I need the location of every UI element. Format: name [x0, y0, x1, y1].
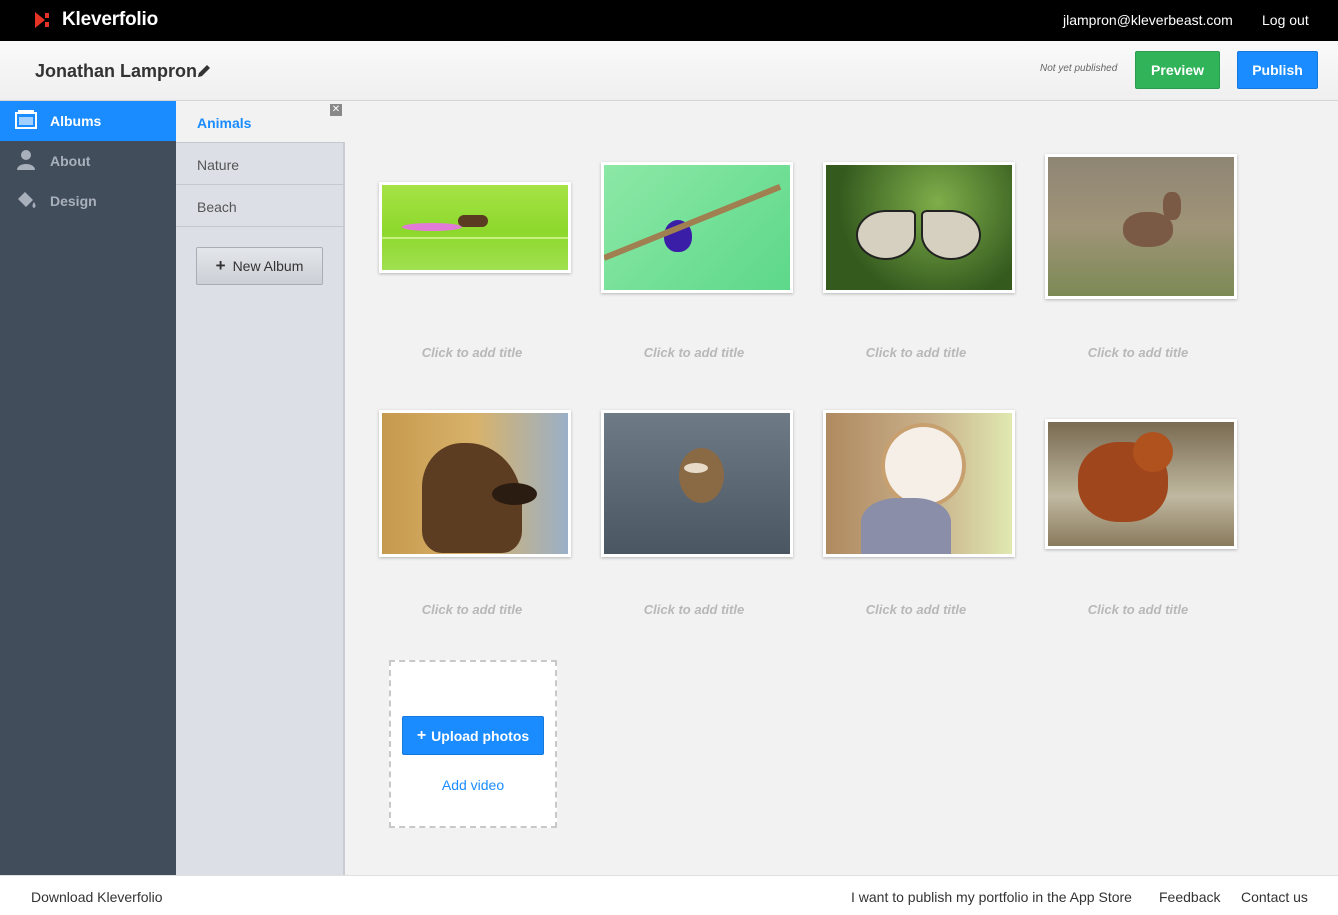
plus-icon: + [215, 256, 226, 275]
photo-squirrel-image [1048, 422, 1234, 546]
photo-duckling-image [604, 413, 790, 554]
brand-name: Kleverfolio [62, 9, 158, 30]
pencil-icon[interactable] [196, 63, 212, 79]
album-item-label: Beach [197, 199, 237, 215]
portfolio-header: Jonathan Lampron Not yet published Previ… [0, 41, 1338, 101]
photo-dog-image [382, 413, 568, 554]
photo-thumbnail[interactable] [1045, 154, 1237, 299]
paint-bucket-icon [18, 192, 36, 208]
top-bar: Kleverfolio jlampron@kleverbeast.com Log… [0, 0, 1338, 41]
app-store-link[interactable]: I want to publish my portfolio in the Ap… [851, 889, 1132, 905]
panel-pointer [343, 112, 351, 130]
plus-icon: + [416, 726, 427, 744]
kleverfolio-logo-icon [35, 12, 49, 28]
sidebar-item-label: About [50, 153, 91, 169]
photo-thumbnail[interactable] [379, 182, 571, 273]
person-icon [17, 150, 35, 170]
download-link[interactable]: Download Kleverfolio [31, 889, 163, 905]
photo-thumbnail[interactable] [823, 162, 1015, 293]
albums-icon [15, 110, 37, 129]
album-item-label: Animals [197, 115, 252, 131]
new-album-button[interactable]: + New Album [196, 247, 323, 285]
account-email-link[interactable]: jlampron@kleverbeast.com [1063, 12, 1233, 28]
photo-title-placeholder[interactable]: Click to add title [377, 345, 567, 360]
photo-title-placeholder[interactable]: Click to add title [377, 602, 567, 617]
contact-link[interactable]: Contact us [1241, 889, 1308, 905]
sidebar-item-albums[interactable]: Albums [0, 101, 176, 141]
photo-title-placeholder[interactable]: Click to add title [599, 602, 789, 617]
photo-bird-image [604, 165, 790, 290]
add-video-link[interactable]: Add video [389, 777, 557, 793]
brand-logo[interactable]: Kleverfolio [35, 9, 158, 31]
publish-status: Not yet published [1040, 63, 1118, 74]
sidebar-item-design[interactable]: Design [0, 181, 176, 221]
photo-ant-image [382, 185, 568, 270]
photo-title-placeholder[interactable]: Click to add title [821, 602, 1011, 617]
photo-title-placeholder[interactable]: Click to add title [599, 345, 789, 360]
photo-thumbnail[interactable] [1045, 419, 1237, 549]
photo-thumbnail[interactable] [601, 410, 793, 557]
new-album-label: New Album [232, 258, 304, 274]
photo-title-placeholder[interactable]: Click to add title [1043, 345, 1233, 360]
album-list-panel: Animals Nature Beach [176, 101, 345, 875]
feedback-link[interactable]: Feedback [1159, 889, 1220, 905]
album-item-beach[interactable]: Beach [176, 185, 345, 227]
sidebar-item-label: Design [50, 193, 97, 209]
album-item-label: Nature [197, 157, 240, 173]
portfolio-owner-name[interactable]: Jonathan Lampron [35, 61, 197, 82]
footer: Download Kleverfolio I want to publish m… [0, 875, 1338, 915]
photo-title-placeholder[interactable]: Click to add title [1043, 602, 1233, 617]
photo-title-placeholder[interactable]: Click to add title [821, 345, 1011, 360]
publish-button[interactable]: Publish [1237, 51, 1318, 89]
logout-link[interactable]: Log out [1262, 12, 1309, 28]
upload-photos-button[interactable]: + Upload photos [402, 716, 544, 755]
album-item-nature[interactable]: Nature [176, 143, 345, 185]
sidebar-item-about[interactable]: About [0, 141, 176, 181]
photo-thumbnail[interactable] [823, 410, 1015, 557]
preview-button[interactable]: Preview [1135, 51, 1220, 89]
album-item-animals[interactable]: Animals [176, 101, 345, 143]
sidebar-item-label: Albums [50, 113, 102, 129]
upload-photos-label: Upload photos [431, 727, 530, 744]
close-panel-icon[interactable]: ✕ [330, 104, 342, 116]
photo-thumbnail[interactable] [601, 162, 793, 293]
photo-butterfly-image [826, 165, 1012, 290]
photo-thumbnail[interactable] [379, 410, 571, 557]
sidebar: Albums About Design [0, 101, 176, 875]
photo-deer-image [1048, 157, 1234, 296]
photo-owl-image [826, 413, 1012, 554]
